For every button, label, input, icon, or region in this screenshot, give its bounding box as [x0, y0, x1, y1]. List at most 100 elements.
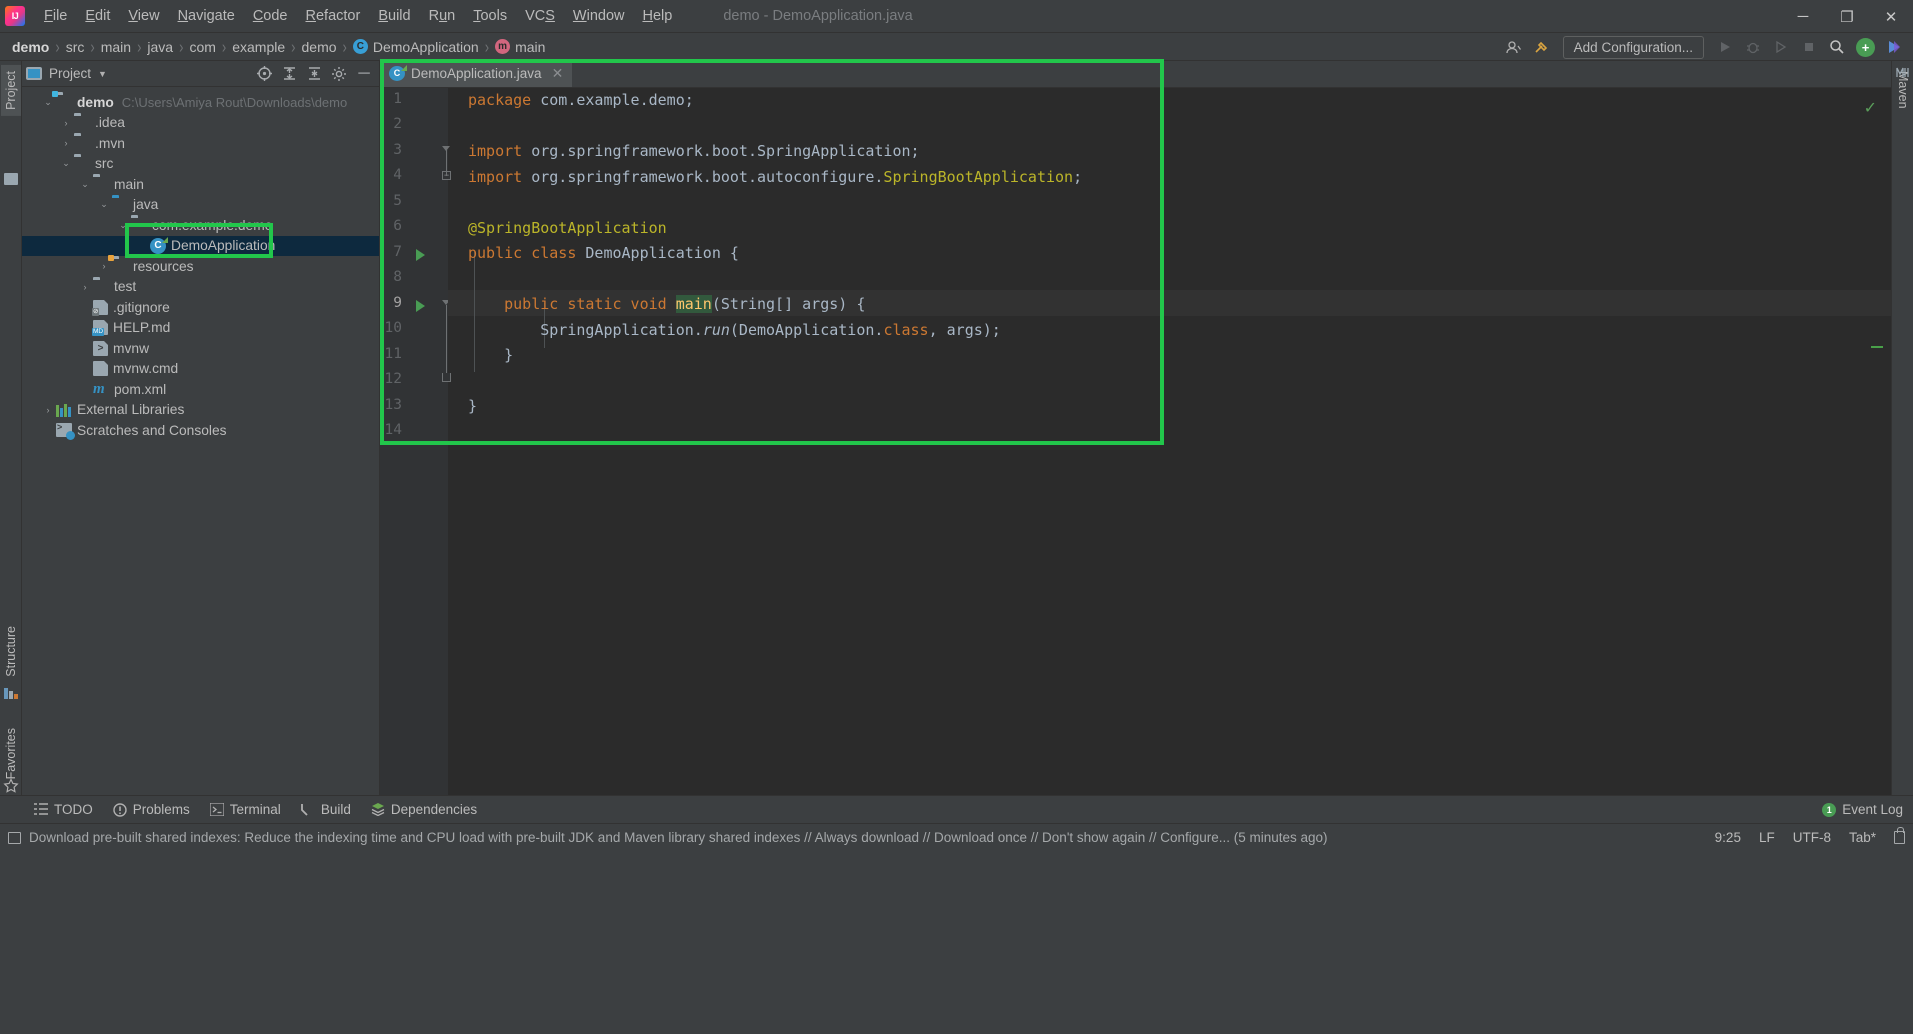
indent-setting[interactable]: Tab*: [1849, 830, 1876, 845]
menu-refactor[interactable]: Refactor: [297, 4, 370, 28]
tree-row-java[interactable]: ⌄ java: [22, 195, 379, 216]
close-icon[interactable]: ✕: [552, 65, 564, 82]
gear-icon[interactable]: [328, 63, 350, 85]
tool-tab-structure[interactable]: Structure: [1, 620, 21, 683]
chevron-down-icon[interactable]: ⌄: [40, 97, 56, 108]
tree-row-gitignore[interactable]: ⊘ .gitignore: [22, 297, 379, 318]
tree-row-demo[interactable]: ⌄ demo C:\Users\Amiya Rout\Downloads\dem…: [22, 91, 379, 113]
editor-marker-stripe[interactable]: [1871, 346, 1883, 348]
project-panel-title[interactable]: Project ▼: [26, 66, 107, 81]
tool-tab-favorites[interactable]: Favorites: [1, 722, 21, 785]
tree-row-helpmd[interactable]: MD HELP.md: [22, 318, 379, 339]
tree-row-test[interactable]: › test: [22, 277, 379, 298]
shell-script-file-icon: >: [93, 340, 108, 356]
breadcrumb-item-demo-pkg[interactable]: demo: [298, 37, 341, 57]
hide-panel-icon[interactable]: ─: [353, 63, 375, 85]
maximize-button[interactable]: ❐: [1825, 0, 1869, 33]
ide-assistant-icon[interactable]: [1881, 35, 1907, 59]
code-text[interactable]: package com.example.demo; import org.spr…: [448, 88, 1891, 795]
collapse-all-icon[interactable]: [303, 63, 325, 85]
menu-navigate[interactable]: Navigate: [169, 4, 244, 28]
run-button[interactable]: [1712, 35, 1738, 59]
scroll-from-source-icon[interactable]: [253, 63, 275, 85]
notification-icon[interactable]: [8, 831, 21, 844]
bottom-tab-build[interactable]: Build: [291, 799, 361, 820]
expand-all-icon[interactable]: [278, 63, 300, 85]
folder-icon: [93, 177, 109, 191]
chevron-down-icon[interactable]: ⌄: [115, 220, 131, 231]
minimize-button[interactable]: ─: [1781, 0, 1825, 33]
bottom-tab-todo[interactable]: TODO: [24, 799, 103, 820]
tree-row-package[interactable]: ⌄ com.example.demo: [22, 215, 379, 236]
tree-row-mvnw[interactable]: > mvnw: [22, 338, 379, 359]
tree-row-external-libraries[interactable]: › External Libraries: [22, 400, 379, 421]
menu-run[interactable]: Run: [420, 4, 465, 28]
tree-row-scratches[interactable]: Scratches and Consoles: [22, 420, 379, 441]
run-with-coverage-button[interactable]: [1768, 35, 1794, 59]
add-configuration-button[interactable]: Add Configuration...: [1562, 35, 1704, 59]
chevron-right-icon[interactable]: ›: [77, 282, 93, 292]
tree-row-src[interactable]: ⌄ src: [22, 154, 379, 175]
tree-row-resources[interactable]: › resources: [22, 255, 379, 277]
debug-button[interactable]: [1740, 35, 1766, 59]
menu-edit[interactable]: Edit: [76, 4, 119, 28]
build-hammer-icon[interactable]: [1529, 35, 1555, 59]
chevron-down-icon[interactable]: ⌄: [58, 158, 74, 169]
chevron-right-icon[interactable]: ›: [96, 261, 112, 271]
breadcrumb-item-src[interactable]: src: [62, 37, 89, 57]
bottom-tab-terminal[interactable]: Terminal: [200, 799, 291, 820]
tree-row-mvn[interactable]: › .mvn: [22, 133, 379, 154]
folder-source-icon: [112, 198, 128, 212]
chevron-right-icon[interactable]: ›: [58, 138, 74, 148]
scratches-icon: [56, 422, 75, 441]
bottom-tab-dependencies[interactable]: Dependencies: [361, 799, 487, 820]
tree-row-pomxml[interactable]: m pom.xml: [22, 379, 379, 400]
menu-tools[interactable]: Tools: [464, 4, 516, 28]
menu-window[interactable]: Window: [564, 4, 634, 28]
user-icon[interactable]: [1501, 35, 1527, 59]
chevron-down-icon[interactable]: ⌄: [96, 199, 112, 210]
method-badge-icon: m: [495, 39, 511, 54]
tab-demoapplication-java[interactable]: C DemoApplication.java ✕: [380, 61, 573, 87]
code-line-3: import org.springframework.boot.SpringAp…: [468, 142, 920, 160]
line-separator[interactable]: LF: [1759, 830, 1775, 845]
menu-help[interactable]: Help: [633, 4, 681, 28]
breadcrumb-item-mainmethod[interactable]: m main: [491, 37, 549, 57]
tree-row-idea[interactable]: › .idea: [22, 113, 379, 134]
menu-file[interactable]: File: [35, 4, 76, 28]
tree-project-path: C:\Users\Amiya Rout\Downloads\demo: [121, 94, 348, 110]
breadcrumb-item-com[interactable]: com: [185, 37, 219, 57]
code-editor[interactable]: 1 2 3 4 5 6 7 8 9 10 11 12 13 14 −: [380, 88, 1891, 795]
tree-row-main[interactable]: ⌄ main: [22, 174, 379, 195]
chevron-down-icon[interactable]: ⌄: [77, 179, 93, 190]
status-message[interactable]: Download pre-built shared indexes: Reduc…: [29, 830, 1328, 845]
updates-badge-icon[interactable]: +: [1852, 35, 1879, 59]
lock-icon[interactable]: [1894, 827, 1905, 844]
inspection-status-icon[interactable]: ✓: [1864, 98, 1877, 118]
run-class-gutter-icon[interactable]: [416, 249, 425, 261]
editor-gutter[interactable]: 1 2 3 4 5 6 7 8 9 10 11 12 13 14 −: [380, 88, 451, 795]
search-icon[interactable]: [1824, 35, 1850, 59]
breadcrumb-item-demo[interactable]: demo: [8, 37, 53, 57]
stop-button[interactable]: [1796, 35, 1822, 59]
close-button[interactable]: ✕: [1869, 0, 1913, 33]
menu-code[interactable]: Code: [244, 4, 297, 28]
menu-vcs[interactable]: VCS: [516, 4, 564, 28]
chevron-right-icon[interactable]: ›: [58, 118, 74, 128]
tree-label: Scratches and Consoles: [77, 422, 227, 438]
tree-row-mvnwcmd[interactable]: mvnw.cmd: [22, 359, 379, 380]
tool-tab-project[interactable]: Project: [1, 65, 21, 116]
event-log-button[interactable]: 1 Event Log: [1822, 802, 1903, 817]
menu-build[interactable]: Build: [369, 4, 419, 28]
chevron-right-icon[interactable]: ›: [40, 405, 56, 415]
breadcrumb-item-main[interactable]: main: [97, 37, 135, 57]
breadcrumb-item-democlass[interactable]: C DemoApplication: [349, 37, 483, 57]
bottom-tab-problems[interactable]: Problems: [103, 799, 200, 820]
file-encoding[interactable]: UTF-8: [1793, 830, 1831, 845]
run-method-gutter-icon[interactable]: [416, 300, 425, 312]
menu-view[interactable]: View: [119, 4, 168, 28]
breadcrumb-item-java[interactable]: java: [143, 37, 177, 57]
breadcrumb-item-example[interactable]: example: [228, 37, 289, 57]
tree-row-demoapplication[interactable]: C DemoApplication: [22, 235, 379, 256]
caret-position[interactable]: 9:25: [1715, 830, 1741, 845]
